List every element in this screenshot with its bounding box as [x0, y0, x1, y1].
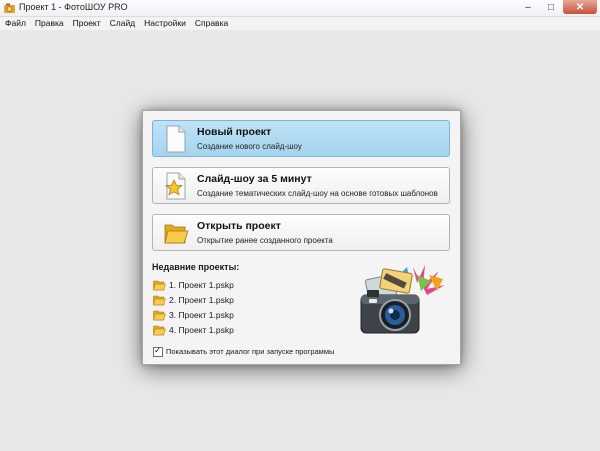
- menu-bar: Файл Правка Проект Слайд Настройки Справ…: [0, 17, 600, 30]
- menu-settings[interactable]: Настройки: [139, 17, 190, 30]
- recent-project-label: 4. Проект 1.pskp: [169, 325, 234, 335]
- new-project-title: Новый проект: [197, 126, 272, 138]
- recent-project-label: 3. Проект 1.pskp: [169, 310, 234, 320]
- menu-help[interactable]: Справка: [190, 17, 232, 30]
- menu-file[interactable]: Файл: [0, 17, 30, 30]
- menu-slide[interactable]: Слайд: [105, 17, 140, 30]
- menu-edit[interactable]: Правка: [30, 17, 68, 30]
- open-project-title: Открыть проект: [197, 220, 281, 232]
- folder-icon: [153, 295, 166, 306]
- show-on-startup-label: Показывать этот диалог при запуске прогр…: [166, 347, 335, 356]
- new-project-desc: Создание нового слайд-шоу: [197, 142, 302, 151]
- maximize-button[interactable]: □: [540, 0, 562, 14]
- quick-slideshow-title: Слайд-шоу за 5 минут: [197, 173, 312, 185]
- recent-project-label: 1. Проект 1.pskp: [169, 280, 234, 290]
- check-mark-icon: ✓: [154, 345, 162, 355]
- menu-project[interactable]: Проект: [68, 17, 105, 30]
- folder-icon: [153, 310, 166, 321]
- app-logo-icon: [4, 3, 15, 13]
- quick-slideshow-button[interactable]: Слайд-шоу за 5 минут Создание тематическ…: [152, 167, 450, 204]
- minimize-button[interactable]: –: [517, 0, 539, 14]
- quick-slideshow-desc: Создание тематических слайд-шоу на основ…: [197, 189, 438, 198]
- camera-illustration-icon: [360, 265, 445, 334]
- window-title: Проект 1 - ФотоШОУ PRO: [19, 2, 128, 12]
- open-project-button[interactable]: Открыть проект Открытие ранее созданного…: [152, 214, 450, 251]
- recent-projects-heading: Недавние проекты:: [152, 262, 240, 272]
- open-project-desc: Открытие ранее созданного проекта: [197, 236, 333, 245]
- title-bar: Проект 1 - ФотоШОУ PRO – □ ✕: [0, 0, 600, 17]
- folder-icon: [153, 280, 166, 291]
- close-button[interactable]: ✕: [563, 0, 597, 14]
- recent-project-label: 2. Проект 1.pskp: [169, 295, 234, 305]
- checkbox-box[interactable]: ✓: [153, 345, 163, 357]
- new-project-button[interactable]: Новый проект Создание нового слайд-шоу: [152, 120, 450, 157]
- start-dialog: Новый проект Создание нового слайд-шоу С…: [142, 110, 461, 365]
- blank-document-icon: [166, 125, 186, 153]
- star-document-icon: [164, 172, 186, 200]
- open-folder-icon: [164, 224, 189, 244]
- folder-icon: [153, 325, 166, 336]
